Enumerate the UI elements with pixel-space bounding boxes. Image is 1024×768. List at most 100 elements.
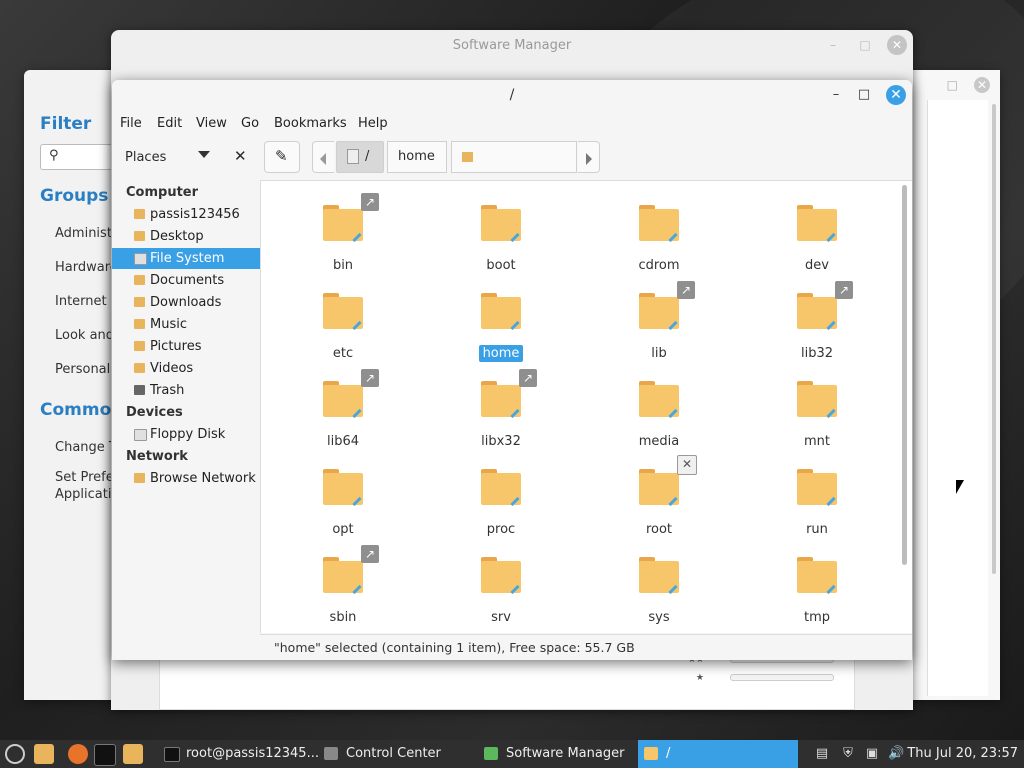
folder-label: sbin <box>283 610 403 625</box>
common-item-applications[interactable]: Applicatio <box>55 487 119 502</box>
volume-icon[interactable]: 🔊 <box>888 746 904 762</box>
group-item-hardware[interactable]: Hardware <box>55 260 118 275</box>
folder-item[interactable]: run <box>757 465 877 545</box>
sidebar-item-home[interactable]: passis123456 <box>112 204 260 225</box>
task-software-manager[interactable]: Software Manager <box>478 740 638 768</box>
symlink-icon: ↗ <box>361 545 379 563</box>
file-icon-view[interactable]: ↗ bin boot cdrom dev etc home ↗ lib ↗ lib32 ↗ lib64 ↗… <box>260 180 912 633</box>
folder-name: lib64 <box>326 434 360 449</box>
maximize-icon[interactable]: □ <box>947 78 958 92</box>
sidebar-item-browse-network[interactable]: Browse Network <box>112 468 260 489</box>
task-control-center[interactable]: Control Center <box>318 740 474 768</box>
task-file-manager[interactable]: / <box>638 740 798 768</box>
sidebar-item-pictures[interactable]: Pictures <box>112 336 260 357</box>
places-selector[interactable]: Places ✕ <box>116 142 256 172</box>
sidebar-item-desktop[interactable]: Desktop <box>112 226 260 247</box>
group-item-look-and-feel[interactable]: Look and <box>55 328 114 343</box>
folder-item[interactable]: opt <box>283 465 403 545</box>
sidebar-item-label: Downloads <box>150 295 222 310</box>
terminal-icon[interactable] <box>94 744 116 766</box>
common-item-set-preferred[interactable]: Set Prefer <box>55 470 119 485</box>
filter-search-input[interactable]: ⚲ <box>40 144 122 170</box>
folder-item[interactable]: sys <box>599 553 719 633</box>
sidebar-item-trash[interactable]: Trash <box>112 380 260 401</box>
folder-item[interactable]: etc <box>283 289 403 369</box>
sidebar-item-floppy[interactable]: Floppy Disk <box>112 424 260 445</box>
scrollbar[interactable] <box>902 185 907 565</box>
folder-name: home <box>478 345 524 362</box>
sidebar-item-documents[interactable]: Documents <box>112 270 260 291</box>
sidebar-item-music[interactable]: Music <box>112 314 260 335</box>
menu-bookmarks[interactable]: Bookmarks <box>274 116 347 131</box>
path-back-button[interactable] <box>312 141 334 173</box>
chevron-down-icon[interactable] <box>198 151 210 158</box>
pencil-icon: ✎ <box>275 147 288 165</box>
folder-item[interactable]: srv <box>441 553 561 633</box>
sidebar-item-label: Floppy Disk <box>150 427 226 442</box>
sidebar-item-label: Videos <box>150 361 194 376</box>
menu-icon[interactable] <box>5 744 25 764</box>
common-item-change-theme[interactable]: Change T <box>55 440 117 455</box>
edit-path-button[interactable]: ✎ <box>264 141 300 173</box>
close-icon[interactable]: ✕ <box>974 77 990 93</box>
places-label: Places <box>125 150 167 165</box>
folder-item[interactable]: ↗ libx32 <box>441 369 561 457</box>
maximize-icon[interactable]: □ <box>857 37 873 53</box>
folder-item[interactable]: media <box>599 377 719 457</box>
minimize-icon[interactable]: – <box>825 37 841 53</box>
menu-go[interactable]: Go <box>241 116 259 131</box>
clock[interactable]: Thu Jul 20, 23:57 <box>907 740 1018 768</box>
close-icon[interactable]: ✕ <box>234 147 247 165</box>
folder-item[interactable]: ↗ sbin <box>283 545 403 633</box>
breadcrumb-root[interactable]: / <box>336 141 384 173</box>
taskbar: root@passis12345... Control Center Softw… <box>0 740 1024 768</box>
pictures-folder-icon <box>134 341 145 351</box>
folder-item[interactable]: home <box>441 289 561 369</box>
shield-icon[interactable]: ⛨ <box>840 746 856 762</box>
folder-item[interactable]: ↗ lib <box>599 281 719 369</box>
folder-item[interactable]: proc <box>441 465 561 545</box>
menu-edit[interactable]: Edit <box>157 116 182 131</box>
folder-label: mnt <box>757 434 877 449</box>
files-launcher-icon[interactable] <box>34 744 54 764</box>
folder-item[interactable]: mnt <box>757 377 877 457</box>
folder-item[interactable]: dev <box>757 201 877 281</box>
title-bar[interactable]: / – □ ✕ <box>112 80 912 110</box>
sidebar-item-videos[interactable]: Videos <box>112 358 260 379</box>
minimize-button[interactable]: – <box>826 85 846 105</box>
scrollbar[interactable] <box>992 104 996 574</box>
sidebar-item-label: Music <box>150 317 187 332</box>
menu-file[interactable]: File <box>120 116 142 131</box>
folder-icon <box>323 469 363 507</box>
folder-launcher-icon[interactable] <box>123 744 143 764</box>
menu-help[interactable]: Help <box>358 116 388 131</box>
close-button[interactable]: ✕ <box>886 85 906 105</box>
folder-icon: ↗ <box>639 281 695 331</box>
folder-item[interactable]: cdrom <box>599 201 719 281</box>
symlink-icon: ↗ <box>677 281 695 299</box>
close-icon[interactable]: ✕ <box>887 35 907 55</box>
folder-item[interactable]: ✕ root <box>599 455 719 545</box>
menu-view[interactable]: View <box>196 116 227 131</box>
sidebar-item-file-system[interactable]: File System <box>112 248 260 269</box>
folder-item[interactable]: ↗ lib64 <box>283 369 403 457</box>
firefox-icon[interactable] <box>68 744 88 764</box>
breadcrumb-home[interactable]: home <box>387 141 447 173</box>
sidebar-item-label: Pictures <box>150 339 202 354</box>
path-forward-button[interactable] <box>578 141 600 173</box>
display-icon[interactable]: ▣ <box>864 746 880 762</box>
maximize-button[interactable]: □ <box>854 85 874 105</box>
group-item-personal[interactable]: Personal <box>55 362 110 377</box>
folder-item[interactable]: ↗ lib32 <box>757 281 877 369</box>
sidebar-item-downloads[interactable]: Downloads <box>112 292 260 313</box>
breadcrumb-user[interactable]: passis123456 <box>451 141 577 194</box>
menu-bar: File Edit View Go Bookmarks Help <box>112 112 912 136</box>
folder-item[interactable]: boot <box>441 201 561 281</box>
file-manager-window[interactable]: / – □ ✕ File Edit View Go Bookmarks Help… <box>112 80 912 660</box>
group-item-administration[interactable]: Administr <box>55 226 117 241</box>
clipboard-icon[interactable]: ▤ <box>814 746 830 762</box>
folder-item[interactable]: tmp <box>757 553 877 633</box>
folder-item[interactable]: ↗ bin <box>283 193 403 281</box>
group-item-internet[interactable]: Internet a <box>55 294 119 309</box>
task-terminal[interactable]: root@passis12345... <box>158 740 319 768</box>
